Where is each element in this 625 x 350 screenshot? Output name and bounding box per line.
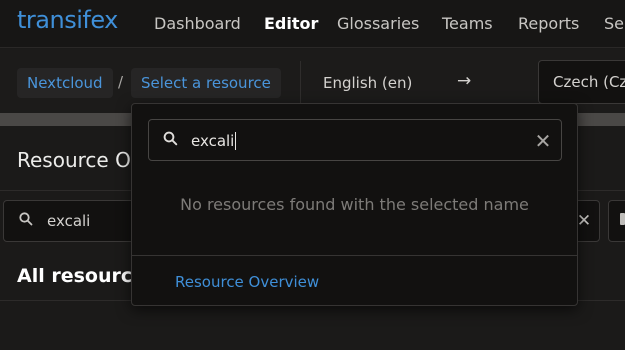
breadcrumb-separator: / bbox=[118, 73, 124, 91]
section-title: All resource bbox=[17, 265, 146, 287]
page-title: Resource Ov bbox=[17, 148, 143, 172]
resource-overview-link[interactable]: Resource Overview bbox=[175, 273, 319, 291]
resource-selector[interactable]: Select a resource bbox=[131, 68, 281, 98]
divider bbox=[300, 61, 301, 103]
nav-item-dashboard[interactable]: Dashboard bbox=[154, 14, 241, 33]
dropdown-search-value: excali bbox=[191, 132, 237, 150]
search-input-value: excali bbox=[47, 212, 91, 230]
nav-item-glossaries[interactable]: Glossaries bbox=[337, 14, 419, 33]
divider bbox=[132, 255, 577, 256]
dropdown-search-input[interactable]: excali ✕ bbox=[148, 119, 562, 161]
search-icon bbox=[163, 131, 178, 150]
brand-logo[interactable]: transifex bbox=[17, 6, 118, 34]
arrow-right-icon: → bbox=[457, 71, 472, 91]
more-icon bbox=[620, 213, 625, 225]
nav-item-reports[interactable]: Reports bbox=[518, 14, 579, 33]
nav-item-editor[interactable]: Editor bbox=[264, 14, 318, 33]
empty-results-message: No resources found with the selected nam… bbox=[180, 195, 529, 214]
nav-item-teams[interactable]: Teams bbox=[442, 14, 493, 33]
source-language: English (en) bbox=[323, 74, 413, 92]
search-icon bbox=[19, 212, 33, 230]
breadcrumb-project[interactable]: Nextcloud bbox=[17, 68, 113, 98]
close-icon[interactable]: ✕ bbox=[530, 128, 556, 154]
top-navigation: transifex Dashboard Editor Glossaries Te… bbox=[0, 0, 625, 48]
resource-dropdown: excali ✕ No resources found with the sel… bbox=[131, 103, 578, 306]
nav-item-settings[interactable]: Se bbox=[604, 14, 624, 33]
target-language-select[interactable]: Czech (Cz bbox=[538, 60, 625, 104]
